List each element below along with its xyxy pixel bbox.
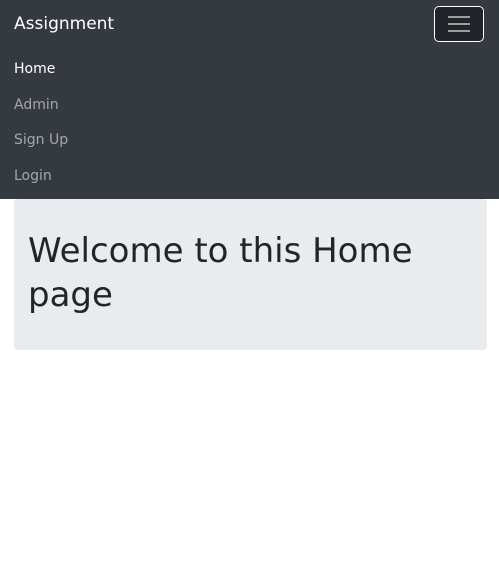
- page-title: Welcome to this Home page: [28, 231, 413, 315]
- navbar: Assignment Home Admin Sign Up Login: [0, 0, 499, 199]
- nav-item-sign-up[interactable]: Sign Up: [14, 123, 68, 159]
- hamburger-icon: [448, 30, 470, 32]
- hamburger-icon: [448, 23, 470, 25]
- nav-menu: Home Admin Sign Up Login: [14, 52, 68, 194]
- navbar-toggler-button[interactable]: [434, 6, 484, 42]
- navbar-brand[interactable]: Assignment: [14, 14, 114, 34]
- nav-item-admin[interactable]: Admin: [14, 88, 68, 124]
- nav-item-login[interactable]: Login: [14, 159, 68, 195]
- nav-item-home[interactable]: Home: [14, 52, 68, 88]
- hamburger-icon: [448, 16, 470, 18]
- jumbotron: Welcome to this Home page: [14, 199, 487, 350]
